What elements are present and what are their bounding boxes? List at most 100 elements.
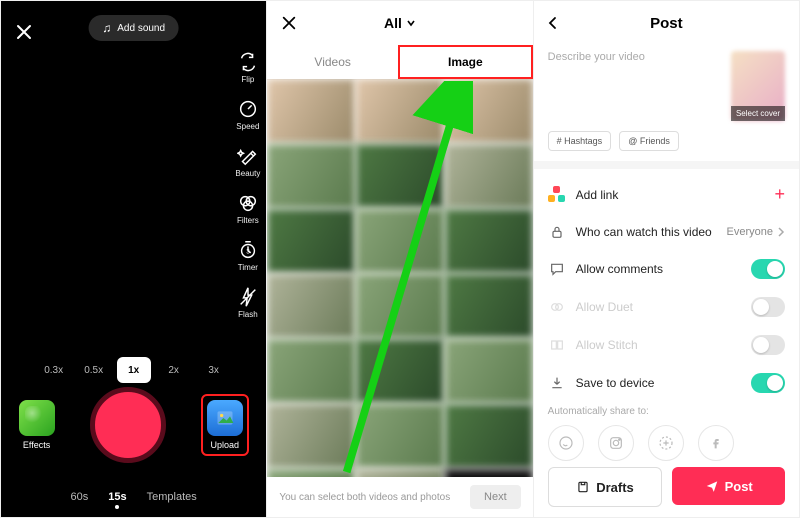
plus-icon: + [774, 184, 785, 205]
option-privacy[interactable]: Who can watch this video Everyone [534, 214, 799, 250]
drafts-button[interactable]: Drafts [548, 467, 663, 507]
media-thumb[interactable] [445, 469, 533, 477]
svg-text:3: 3 [246, 249, 250, 256]
tab-image[interactable]: Image [398, 45, 533, 79]
media-thumb[interactable] [267, 209, 355, 273]
share-facebook[interactable] [698, 425, 734, 461]
tool-label: Filters [237, 216, 259, 225]
media-thumb[interactable] [356, 469, 444, 477]
mode-templates[interactable]: Templates [147, 491, 197, 503]
chevron-right-icon [777, 227, 785, 237]
camera-bottom-row: Effects Upload [1, 387, 266, 463]
media-thumb[interactable] [445, 79, 533, 143]
media-thumb[interactable] [356, 339, 444, 403]
share-whatsapp[interactable] [548, 425, 584, 461]
media-thumb[interactable] [356, 144, 444, 208]
speed-icon [237, 98, 259, 120]
media-thumb[interactable] [267, 339, 355, 403]
zoom-3x[interactable]: 3x [197, 357, 231, 383]
option-label: Save to device [576, 376, 741, 390]
tool-label: Flip [241, 75, 254, 84]
post-options: Add link + Who can watch this video Ever… [534, 169, 799, 408]
media-thumb[interactable] [356, 209, 444, 273]
filters-icon [237, 192, 259, 214]
post-icon [705, 479, 719, 493]
camera-panel: ♫ Add sound Flip Speed Beauty Filters 3 [1, 1, 267, 517]
effects-label: Effects [23, 440, 50, 450]
share-instagram[interactable] [598, 425, 634, 461]
media-thumb[interactable] [445, 209, 533, 273]
lock-icon [548, 223, 566, 241]
addlink-icon [548, 186, 566, 204]
tool-timer[interactable]: 3 Timer [237, 239, 259, 272]
share-label: Automatically share to: [548, 406, 785, 417]
option-save[interactable]: Save to device [534, 364, 799, 402]
share-more[interactable] [648, 425, 684, 461]
post-button[interactable]: Post [672, 467, 785, 505]
toggle[interactable] [751, 259, 785, 279]
tool-filters[interactable]: Filters [237, 192, 259, 225]
close-icon[interactable] [15, 23, 33, 41]
tool-beauty[interactable]: Beauty [235, 145, 260, 178]
tool-flash[interactable]: Flash [237, 286, 259, 319]
upload-button[interactable]: Upload [201, 394, 249, 456]
zoom-1x[interactable]: 1x [117, 357, 151, 383]
option-add-link[interactable]: Add link + [534, 175, 799, 214]
tool-speed[interactable]: Speed [236, 98, 259, 131]
chip-friends[interactable]: @ Friends [619, 131, 679, 151]
back-icon[interactable] [546, 16, 560, 30]
gallery-panel: All Videos Image You can select both v [267, 1, 533, 517]
mode-60s[interactable]: 60s [71, 491, 89, 503]
media-thumb[interactable] [445, 404, 533, 468]
description-input[interactable]: Describe your video [548, 51, 721, 121]
next-button[interactable]: Next [470, 485, 521, 509]
zoom-0-3x[interactable]: 0.3x [37, 357, 71, 383]
music-note-icon: ♫ [102, 21, 111, 35]
tool-flip[interactable]: Flip [237, 51, 259, 84]
effects-button[interactable]: Effects [19, 400, 55, 450]
media-thumb[interactable] [356, 274, 444, 338]
upload-icon [207, 400, 243, 436]
cover-label: Select cover [731, 106, 785, 121]
add-sound-button[interactable]: ♫ Add sound [88, 15, 179, 41]
media-thumb[interactable] [445, 144, 533, 208]
option-comments[interactable]: Allow comments [534, 250, 799, 288]
record-button[interactable] [90, 387, 166, 463]
media-thumb[interactable] [445, 274, 533, 338]
media-thumb[interactable] [445, 339, 533, 403]
tool-label: Speed [236, 122, 259, 131]
zoom-2x[interactable]: 2x [157, 357, 191, 383]
chip-hashtags[interactable]: # Hashtags [548, 131, 612, 151]
mode-15s[interactable]: 15s [108, 491, 126, 503]
quick-chips: # Hashtags @ Friends [534, 131, 799, 161]
duet-icon [548, 298, 566, 316]
share-section: Automatically share to: [534, 406, 799, 461]
media-thumb[interactable] [356, 79, 444, 143]
toggle[interactable] [751, 373, 785, 393]
media-thumb[interactable] [267, 79, 355, 143]
tab-videos[interactable]: Videos [267, 45, 398, 79]
post-panel: Post Describe your video Select cover # … [534, 1, 799, 517]
gallery-album-dropdown[interactable]: All [384, 15, 416, 31]
upload-label: Upload [211, 440, 240, 450]
media-thumb[interactable] [267, 144, 355, 208]
media-thumb[interactable] [267, 274, 355, 338]
flash-icon [237, 286, 259, 308]
media-thumb[interactable] [267, 469, 355, 477]
post-header: Post [534, 1, 799, 45]
download-icon [548, 374, 566, 392]
zoom-selector: 0.3x 0.5x 1x 2x 3x [1, 357, 266, 383]
post-label: Post [725, 479, 753, 494]
description-row: Describe your video Select cover [534, 45, 799, 131]
tool-label: Beauty [235, 169, 260, 178]
camera-mode-tabs: 60s 15s Templates [1, 491, 266, 503]
close-icon[interactable] [281, 15, 297, 31]
media-thumb[interactable] [267, 404, 355, 468]
cover-selector[interactable]: Select cover [731, 51, 785, 121]
media-thumb[interactable] [356, 404, 444, 468]
zoom-0-5x[interactable]: 0.5x [77, 357, 111, 383]
option-label: Add link [576, 188, 765, 202]
drafts-icon [576, 480, 590, 494]
chevron-down-icon [406, 18, 416, 28]
option-label: Allow comments [576, 262, 741, 276]
